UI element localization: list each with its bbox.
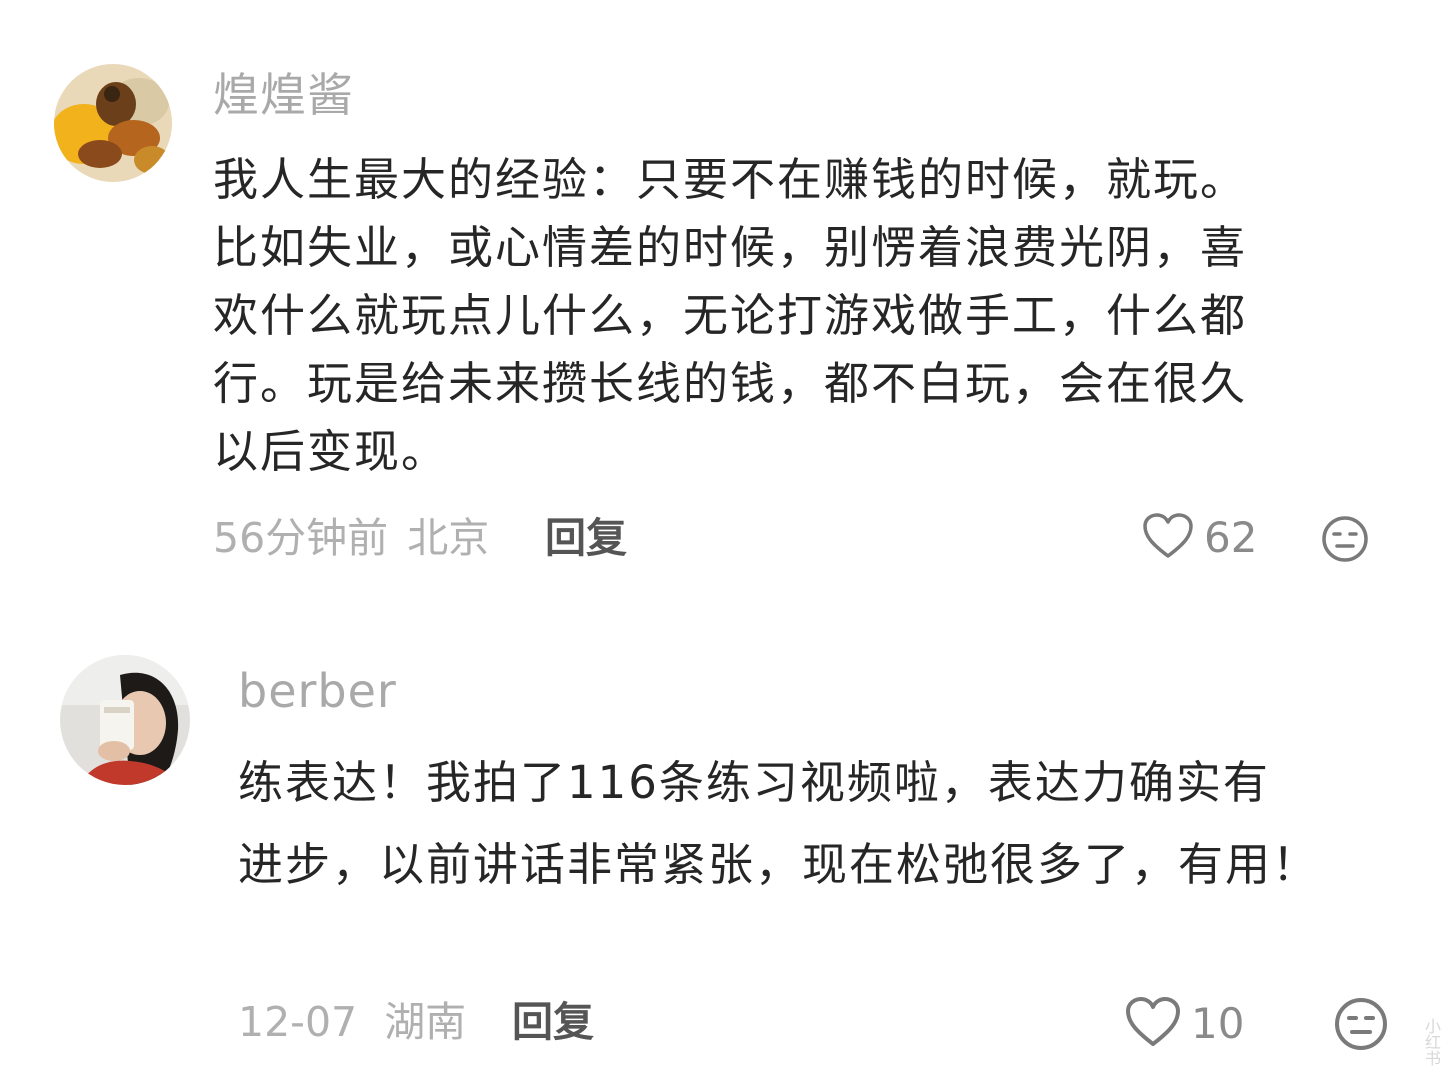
comment-line: 欢什么就玩点儿什么，无论打游戏做手工，什么都: [213, 289, 1248, 342]
comment-location: 湖南: [384, 998, 467, 1046]
heart-outline-icon: [1125, 996, 1181, 1052]
comment-text: 练表达！我拍了116条练习视频啦，表达力确实有 进步，以前讲话非常紧张，现在松弛…: [238, 742, 1319, 906]
comments-page: 煌煌酱 我人生最大的经验：只要不在赚钱的时候，就玩。 比如失业，或心情差的时候，…: [0, 0, 1449, 1080]
comment-line: 我人生最大的经验：只要不在赚钱的时候，就玩。: [213, 153, 1248, 206]
comment-text: 我人生最大的经验：只要不在赚钱的时候，就玩。 比如失业，或心情差的时候，别愣着浪…: [213, 146, 1247, 486]
like-button[interactable]: 10: [1125, 996, 1244, 1052]
reply-button[interactable]: 回复: [512, 1002, 594, 1043]
username[interactable]: berber: [238, 668, 397, 714]
comment-line: 练表达！我拍了116条练习视频啦，表达力确实有: [238, 756, 1270, 809]
username[interactable]: 煌煌酱: [213, 72, 354, 118]
like-button[interactable]: 62: [1142, 512, 1257, 564]
comment-location: 北京: [407, 514, 490, 562]
comment-time: 56分钟前: [213, 514, 389, 562]
watermark: 小红书: [1422, 1018, 1441, 1066]
comment-line: 进步，以前讲话非常紧张，现在松弛很多了，有用！: [238, 838, 1320, 891]
reply-button[interactable]: 回复: [545, 518, 627, 559]
avatar[interactable]: [60, 655, 190, 785]
like-count: 10: [1191, 999, 1245, 1048]
comment-meta: 56分钟前 北京: [213, 518, 489, 559]
comment-line: 比如失业，或心情差的时候，别愣着浪费光阴，喜: [213, 221, 1248, 274]
neutral-face-icon[interactable]: [1333, 996, 1389, 1056]
like-count: 62: [1204, 513, 1258, 562]
neutral-face-icon[interactable]: [1320, 514, 1370, 568]
comment-time: 12-07: [238, 998, 358, 1046]
comment-line: 行。玩是给未来攒长线的钱，都不白玩，会在很久: [213, 357, 1248, 410]
heart-outline-icon: [1142, 512, 1194, 564]
avatar[interactable]: [54, 64, 172, 182]
comment-line: 以后变现。: [213, 425, 449, 478]
comment-meta: 12-07 湖南: [238, 1002, 466, 1043]
